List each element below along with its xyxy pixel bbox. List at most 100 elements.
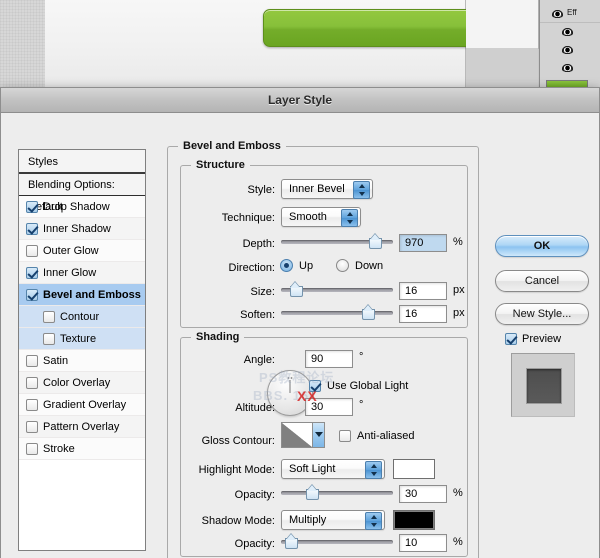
slider-thumb[interactable] [369,235,383,249]
shadow-opacity-input[interactable]: 10 [399,534,447,552]
slider-thumb[interactable] [362,306,376,320]
size-unit: px [453,284,465,296]
direction-up-radio[interactable]: Up [280,259,313,272]
size-label: Size: [250,286,275,298]
soften-input[interactable]: 16 [399,305,447,323]
highlight-color-swatch[interactable] [393,459,435,479]
highlight-mode-label: Highlight Mode: [198,464,275,476]
new-style-button[interactable]: New Style... [495,303,589,325]
canvas-green-button-artwork [263,9,477,47]
slider-thumb[interactable] [306,486,320,500]
shadow-opacity-slider[interactable] [281,535,393,549]
size-slider[interactable] [281,283,393,297]
checkbox-satin[interactable] [26,354,38,367]
sidebar-item-bevel-and-emboss[interactable]: Bevel and Emboss [19,284,145,306]
watermark-faint-cn: PS教程论坛 [259,370,335,385]
depth-value: 970 [405,237,424,249]
depth-slider[interactable] [281,235,393,249]
sidebar-item-label: Color Overlay [43,376,111,389]
eye-icon[interactable] [562,28,573,36]
preview-swatch [526,368,562,404]
checkbox-stroke[interactable] [26,442,38,455]
slider-thumb[interactable] [285,535,299,549]
layer-divider [540,22,600,23]
eye-icon[interactable] [562,46,573,54]
sidebar-item-texture[interactable]: Texture [19,328,145,350]
highlight-opacity-input[interactable]: 30 [399,485,447,503]
direction-up-label: Up [299,259,314,272]
depth-input[interactable]: 970 [399,234,447,252]
styles-panel: Styles Blending Options: Default Drop Sh… [18,149,146,551]
radio-down[interactable] [336,259,349,272]
slider-thumb[interactable] [289,283,303,297]
sidebar-item-gradient-overlay[interactable]: Gradient Overlay [19,394,145,416]
chevron-updown-icon [341,209,358,227]
preview-checkbox-row[interactable]: Preview [505,333,561,345]
anti-aliased-checkbox-row[interactable]: Anti-aliased [339,430,414,442]
radio-up[interactable] [280,259,293,272]
eye-icon[interactable] [562,64,573,72]
checkbox-outer-glow[interactable] [26,244,38,257]
sidebar-item-satin[interactable]: Satin [19,350,145,372]
checkbox-preview[interactable] [505,333,517,345]
sidebar-item-pattern-overlay[interactable]: Pattern Overlay [19,416,145,438]
checkbox-anti-aliased[interactable] [339,430,351,442]
preview-label: Preview [522,333,562,345]
sidebar-item-color-overlay[interactable]: Color Overlay [19,372,145,394]
technique-select[interactable]: Smooth [281,207,361,227]
shadow-mode-value: Multiply [289,514,327,526]
structure-group: Structure Style: Inner Bevel Technique: … [180,159,468,328]
sidebar-item-contour[interactable]: Contour [19,306,145,328]
bevel-and-emboss-legend: Bevel and Emboss [178,140,286,152]
checkbox-bevel-and-emboss[interactable] [26,288,38,301]
anti-aliased-label: Anti-aliased [357,430,415,442]
checkbox-contour[interactable] [43,310,55,323]
sidebar-item-label: Inner Glow [43,266,97,279]
depth-label: Depth: [242,238,275,250]
checkbox-color-overlay[interactable] [26,376,38,389]
sidebar-item-label: Satin [43,354,69,367]
contour-curve-icon [282,423,312,447]
screenshot-root: Eff Layer Style Styles Blending Options:… [0,0,600,558]
photoshop-canvas [45,0,477,88]
sidebar-item-label: Stroke [43,442,75,455]
slider-track [281,491,393,495]
shadow-color-swatch[interactable] [393,510,435,530]
checkbox-texture[interactable] [43,332,55,345]
technique-label: Technique: [221,212,275,224]
eye-icon[interactable] [552,10,563,18]
size-input[interactable]: 16 [399,282,447,300]
effects-label: Eff [567,8,577,17]
shadow-mode-label: Shadow Mode: [201,515,275,527]
sidebar-item-inner-shadow[interactable]: Inner Shadow [19,218,145,240]
checkbox-inner-shadow[interactable] [26,222,38,235]
checkbox-inner-glow[interactable] [26,266,38,279]
highlight-opacity-slider[interactable] [281,486,393,500]
bevel-and-emboss-group: Bevel and Emboss Structure Style: Inner … [167,140,479,558]
angle-label: Angle: [243,354,275,366]
checkbox-drop-shadow[interactable] [26,200,38,213]
styles-panel-header[interactable]: Styles [19,150,145,174]
chevron-down-icon[interactable] [312,423,324,447]
sidebar-item-outer-glow[interactable]: Outer Glow [19,240,145,262]
highlight-mode-select[interactable]: Soft Light [281,459,385,479]
preview-thumbnail [511,353,575,417]
altitude-label: Altitude: [235,402,275,414]
ok-button[interactable]: OK [495,235,589,257]
shadow-mode-select[interactable]: Multiply [281,510,385,530]
gloss-contour-picker[interactable] [281,422,325,448]
soften-slider[interactable] [281,306,393,320]
use-global-light-label: Use Global Light [327,380,409,392]
style-select[interactable]: Inner Bevel [281,179,373,199]
altitude-unit: ° [359,399,364,411]
direction-down-radio[interactable]: Down [336,259,383,272]
shadow-opacity-label: Opacity: [234,538,275,550]
checkbox-gradient-overlay[interactable] [26,398,38,411]
angle-input[interactable]: 90 [305,350,353,368]
sidebar-item-stroke[interactable]: Stroke [19,438,145,460]
checkbox-pattern-overlay[interactable] [26,420,38,433]
technique-select-value: Smooth [289,211,327,223]
cancel-button[interactable]: Cancel [495,270,589,292]
sidebar-item-blending-options[interactable]: Blending Options: Default [19,174,145,213]
sidebar-item-inner-glow[interactable]: Inner Glow [19,262,145,284]
